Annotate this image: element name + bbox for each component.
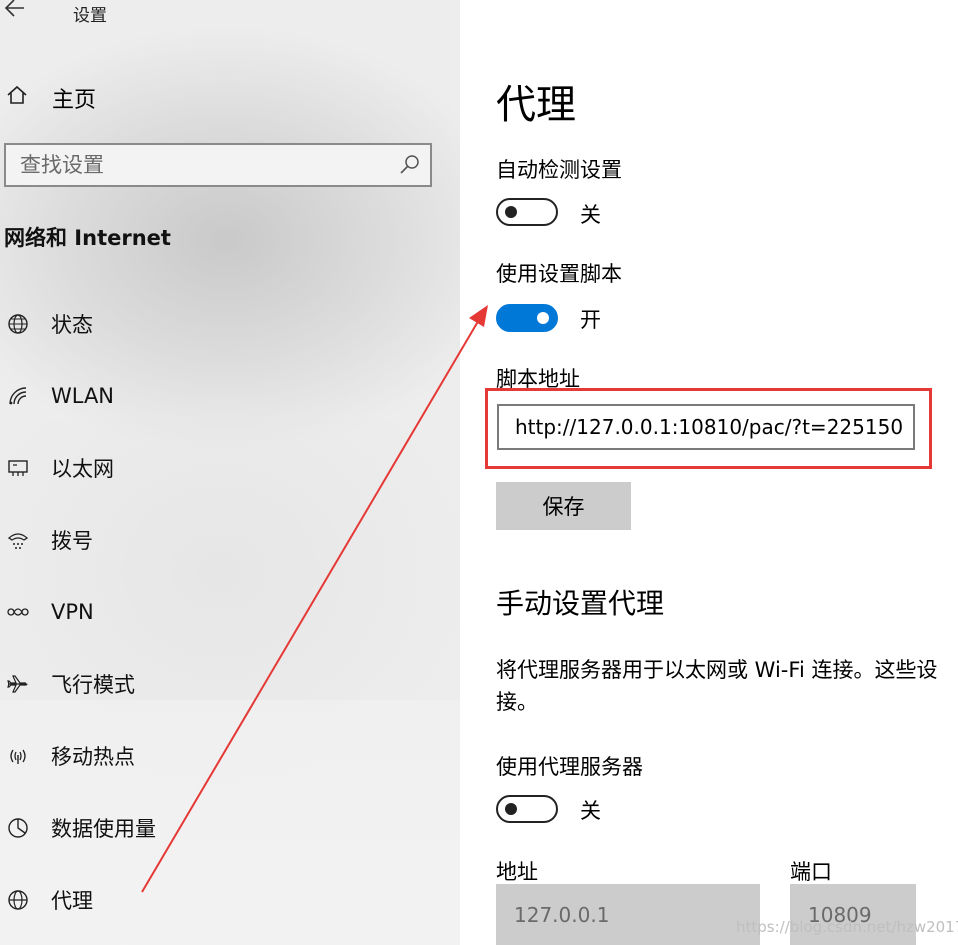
page-title: 代理 bbox=[496, 82, 576, 128]
sidebar-item-label: WLAN bbox=[51, 384, 115, 408]
toggle-knob bbox=[537, 312, 549, 324]
search-input[interactable] bbox=[20, 151, 380, 179]
globe-icon bbox=[3, 885, 33, 915]
watermark: https://blog.csdn.net/hzw2017 bbox=[736, 918, 958, 936]
auto-detect-state: 关 bbox=[580, 203, 601, 227]
sidebar-item-dialup[interactable]: 拨号 bbox=[0, 520, 440, 560]
hotspot-icon bbox=[3, 741, 33, 771]
sidebar-item-label: 以太网 bbox=[51, 457, 114, 481]
sidebar-item-wlan[interactable]: WLAN bbox=[0, 376, 440, 416]
sidebar-item-label: 移动热点 bbox=[51, 745, 135, 769]
manual-proxy-description: 将代理服务器用于以太网或 Wi-Fi 连接。这些设 bbox=[496, 658, 938, 682]
sidebar-item-label: 飞行模式 bbox=[51, 673, 135, 697]
search-box[interactable] bbox=[4, 143, 432, 187]
sidebar-section-title: 网络和 Internet bbox=[4, 226, 171, 250]
auto-detect-label: 自动检测设置 bbox=[496, 158, 622, 182]
main-panel: 代理 自动检测设置 关 使用设置脚本 开 脚本地址 保存 手动设置代理 将代理服… bbox=[460, 0, 958, 945]
use-script-state: 开 bbox=[580, 308, 601, 332]
back-button[interactable] bbox=[4, 0, 32, 24]
sidebar-item-label: 代理 bbox=[51, 889, 93, 913]
address-label: 地址 bbox=[496, 860, 538, 884]
use-proxy-label: 使用代理服务器 bbox=[496, 755, 643, 779]
search-icon[interactable] bbox=[398, 153, 422, 177]
sidebar-item-status[interactable]: 状态 bbox=[0, 304, 440, 344]
globe-status-icon bbox=[3, 309, 33, 339]
sidebar-item-ethernet[interactable]: 以太网 bbox=[0, 448, 440, 488]
sidebar-item-vpn[interactable]: VPN bbox=[0, 592, 440, 632]
sidebar-item-hotspot[interactable]: 移动热点 bbox=[0, 736, 440, 776]
toggle-knob bbox=[505, 803, 517, 815]
sidebar-item-label: VPN bbox=[51, 600, 94, 624]
sidebar-item-data-usage[interactable]: 数据使用量 bbox=[0, 808, 440, 848]
sidebar: 设置 主页 网络和 Internet 状态 WLAN 以太网 bbox=[0, 0, 460, 945]
auto-detect-toggle[interactable] bbox=[496, 198, 558, 226]
script-address-input[interactable] bbox=[497, 404, 915, 450]
data-usage-icon bbox=[3, 813, 33, 843]
back-arrow-icon bbox=[4, 0, 24, 17]
toggle-knob bbox=[505, 206, 517, 218]
sidebar-item-proxy[interactable]: 代理 bbox=[0, 880, 440, 920]
vpn-icon bbox=[3, 597, 33, 627]
use-script-toggle[interactable] bbox=[496, 304, 558, 332]
sidebar-item-label: 状态 bbox=[51, 313, 93, 337]
sidebar-item-airplane[interactable]: 飞行模式 bbox=[0, 664, 440, 704]
dialup-icon bbox=[3, 525, 33, 555]
address-input[interactable] bbox=[496, 884, 760, 945]
sidebar-item-label: 拨号 bbox=[51, 529, 93, 553]
airplane-icon bbox=[3, 669, 33, 699]
use-script-label: 使用设置脚本 bbox=[496, 262, 622, 286]
sidebar-item-home-label: 主页 bbox=[52, 88, 97, 113]
manual-proxy-heading: 手动设置代理 bbox=[496, 587, 665, 620]
ethernet-icon bbox=[3, 453, 33, 483]
port-label: 端口 bbox=[790, 860, 832, 884]
save-button[interactable]: 保存 bbox=[496, 482, 631, 530]
sidebar-item-home[interactable]: 主页 bbox=[0, 78, 96, 118]
home-icon bbox=[0, 84, 40, 112]
use-proxy-toggle[interactable] bbox=[496, 795, 558, 823]
sidebar-item-label: 数据使用量 bbox=[51, 817, 156, 841]
use-proxy-state: 关 bbox=[580, 799, 601, 823]
wifi-icon bbox=[3, 381, 33, 411]
window-title: 设置 bbox=[73, 6, 107, 26]
manual-proxy-description-cont: 接。 bbox=[496, 690, 538, 714]
